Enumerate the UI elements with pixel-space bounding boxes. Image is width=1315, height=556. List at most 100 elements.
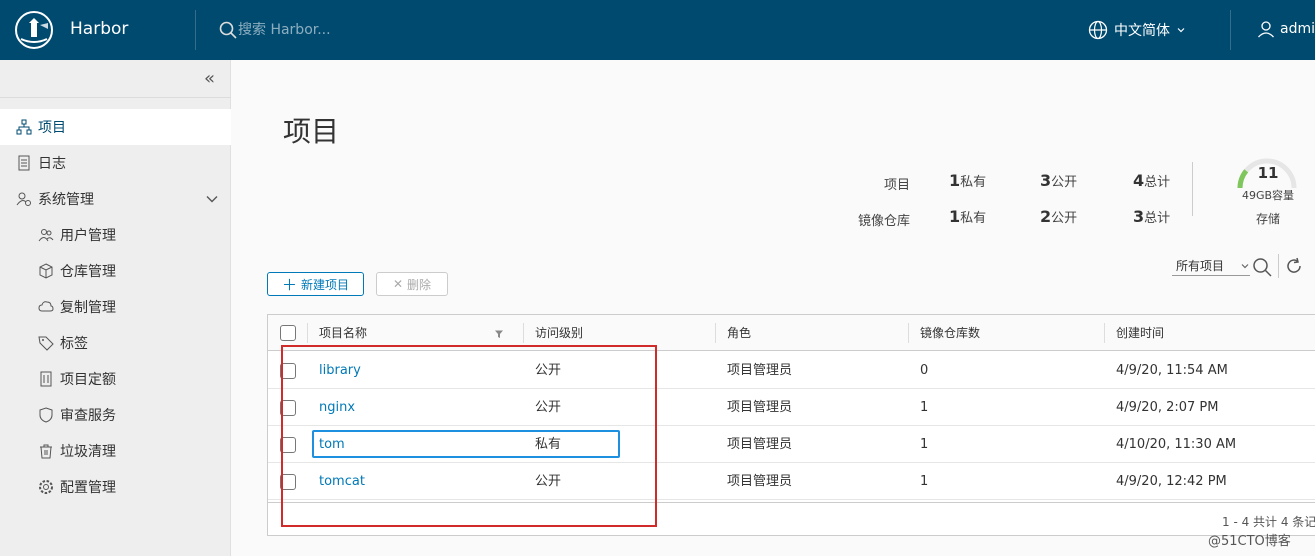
header-divider	[195, 10, 196, 50]
delete-button[interactable]: ✕ 删除	[376, 272, 448, 296]
sidebar-item-labels[interactable]: 标签	[0, 325, 231, 361]
role: 项目管理员	[727, 363, 793, 378]
trash-icon	[38, 443, 54, 459]
sidebar-item-label: 项目定额	[60, 372, 116, 388]
sidebar-item-replication[interactable]: 复制管理	[0, 289, 231, 325]
new-project-button[interactable]: ＋ 新建项目	[267, 272, 364, 296]
created-time: 4/10/20, 11:30 AM	[1116, 437, 1237, 452]
projects-table: 项目名称 访问级别 角色 镜像仓库数 创建时间 library 公开 项目管理员…	[267, 314, 1315, 536]
stat-projects-total: 4总计	[1133, 171, 1171, 190]
sidebar-item-label: 日志	[38, 156, 66, 172]
sidebar-item-logs[interactable]: 日志	[0, 145, 231, 181]
watermark: @51CTO博客	[1208, 534, 1291, 549]
storage-used-value: 11	[1257, 164, 1279, 182]
project-name-link[interactable]: library	[307, 352, 361, 389]
column-header-name[interactable]: 项目名称	[307, 315, 507, 351]
project-filter-select[interactable]: 所有项目	[1172, 256, 1250, 276]
gear-icon	[38, 479, 54, 495]
created-time: 4/9/20, 11:54 AM	[1116, 363, 1228, 378]
sidebar-item-quotas[interactable]: 项目定额	[0, 361, 231, 397]
quota-icon	[38, 371, 54, 387]
repo-count: 0	[920, 363, 929, 378]
column-header-access[interactable]: 访问级别	[523, 315, 583, 351]
sidebar-item-interrogation[interactable]: 审查服务	[0, 397, 231, 433]
table-footer: 1 - 4 共计 4 条记录	[268, 502, 1315, 536]
role: 项目管理员	[727, 437, 793, 452]
user-icon	[1258, 21, 1274, 38]
table-header: 项目名称 访问级别 角色 镜像仓库数 创建时间	[268, 315, 1315, 351]
created-time: 4/9/20, 2:07 PM	[1116, 400, 1219, 415]
storage-label: 存储	[1255, 212, 1280, 226]
stat-repos-total: 3总计	[1133, 207, 1171, 226]
global-search-input[interactable]	[238, 20, 438, 40]
repo-count: 1	[920, 400, 929, 415]
refresh-icon[interactable]	[1285, 257, 1303, 275]
stat-repos-public: 2公开	[1040, 207, 1078, 226]
row-checkbox[interactable]	[280, 363, 296, 379]
table-row[interactable]: tomcat 公开 项目管理员 1 4/9/20, 12:42 PM	[268, 463, 1315, 500]
access-level: 私有	[535, 437, 562, 452]
column-header-role[interactable]: 角色	[715, 315, 751, 351]
sidebar-item-users[interactable]: 用户管理	[0, 217, 231, 253]
harbor-logo-icon[interactable]	[15, 11, 53, 49]
project-name-link[interactable]: nginx	[307, 389, 355, 426]
repo-count: 1	[920, 437, 929, 452]
sidebar-item-label: 复制管理	[60, 300, 116, 316]
stat-projects-label: 项目	[883, 178, 910, 193]
filter-value: 所有项目	[1176, 259, 1225, 273]
sidebar-item-admin[interactable]: 系统管理	[0, 181, 231, 217]
role: 项目管理员	[727, 474, 793, 489]
chevron-down-icon	[1177, 28, 1185, 33]
filter-icon[interactable]	[494, 329, 504, 339]
plus-icon: ＋	[281, 275, 297, 294]
row-checkbox[interactable]	[280, 474, 296, 490]
sidebar: « 项目 日志 系统管理 用户管理 仓库管理 复制管理 标签 项目定额 审查服务…	[0, 60, 231, 556]
table-row[interactable]: nginx 公开 项目管理员 1 4/9/20, 2:07 PM	[268, 389, 1315, 426]
projects-icon	[16, 119, 32, 135]
column-header-created[interactable]: 创建时间	[1104, 315, 1164, 351]
user-menu[interactable]: admin	[1256, 19, 1315, 39]
logs-icon	[16, 155, 32, 171]
sidebar-item-label: 项目	[38, 120, 66, 136]
project-name-link[interactable]: tomcat	[307, 463, 365, 500]
stats-divider	[1192, 162, 1193, 216]
sidebar-item-projects[interactable]: 项目	[0, 109, 231, 145]
project-name-link[interactable]: tom	[307, 426, 345, 463]
search-icon[interactable]	[1252, 257, 1272, 277]
row-checkbox[interactable]	[280, 437, 296, 453]
top-header: Harbor 中文简体 admin	[0, 0, 1315, 60]
brand-name[interactable]: Harbor	[70, 19, 128, 39]
sidebar-item-gc[interactable]: 垃圾清理	[0, 433, 231, 469]
stat-repos-label: 镜像仓库	[857, 214, 910, 229]
table-row[interactable]: library 公开 项目管理员 0 4/9/20, 11:54 AM	[268, 352, 1315, 389]
page-title: 项目	[283, 115, 340, 148]
search-icon[interactable]	[219, 21, 237, 39]
users-icon	[38, 227, 54, 243]
collapse-sidebar-icon[interactable]: «	[204, 68, 215, 89]
toolbar-divider	[1278, 254, 1279, 278]
sidebar-item-label: 垃圾清理	[60, 444, 116, 460]
sidebar-item-config[interactable]: 配置管理	[0, 469, 231, 505]
admin-icon	[16, 191, 32, 207]
select-all-checkbox[interactable]	[280, 325, 296, 341]
access-level: 公开	[535, 400, 562, 415]
role: 项目管理员	[727, 400, 793, 415]
chevron-down-icon[interactable]	[205, 192, 219, 206]
table-row[interactable]: tom 私有 项目管理员 1 4/10/20, 11:30 AM	[268, 426, 1315, 463]
sidebar-divider	[0, 97, 231, 98]
stat-repos-private: 1私有	[949, 207, 987, 226]
sidebar-item-registries[interactable]: 仓库管理	[0, 253, 231, 289]
created-time: 4/9/20, 12:42 PM	[1116, 474, 1227, 489]
new-project-label: 新建项目	[301, 277, 350, 292]
username: admin	[1280, 21, 1315, 37]
sidebar-item-label: 系统管理	[38, 192, 94, 208]
delete-label: 删除	[407, 277, 432, 292]
stat-projects-public: 3公开	[1040, 171, 1078, 190]
row-checkbox[interactable]	[280, 400, 296, 416]
chevron-down-icon	[1241, 263, 1249, 268]
column-header-repo-count[interactable]: 镜像仓库数	[908, 315, 980, 351]
language-selector[interactable]: 中文简体	[1088, 18, 1186, 42]
header-divider	[1230, 10, 1231, 50]
sidebar-item-label: 标签	[60, 336, 88, 352]
sidebar-item-label: 配置管理	[60, 480, 116, 496]
